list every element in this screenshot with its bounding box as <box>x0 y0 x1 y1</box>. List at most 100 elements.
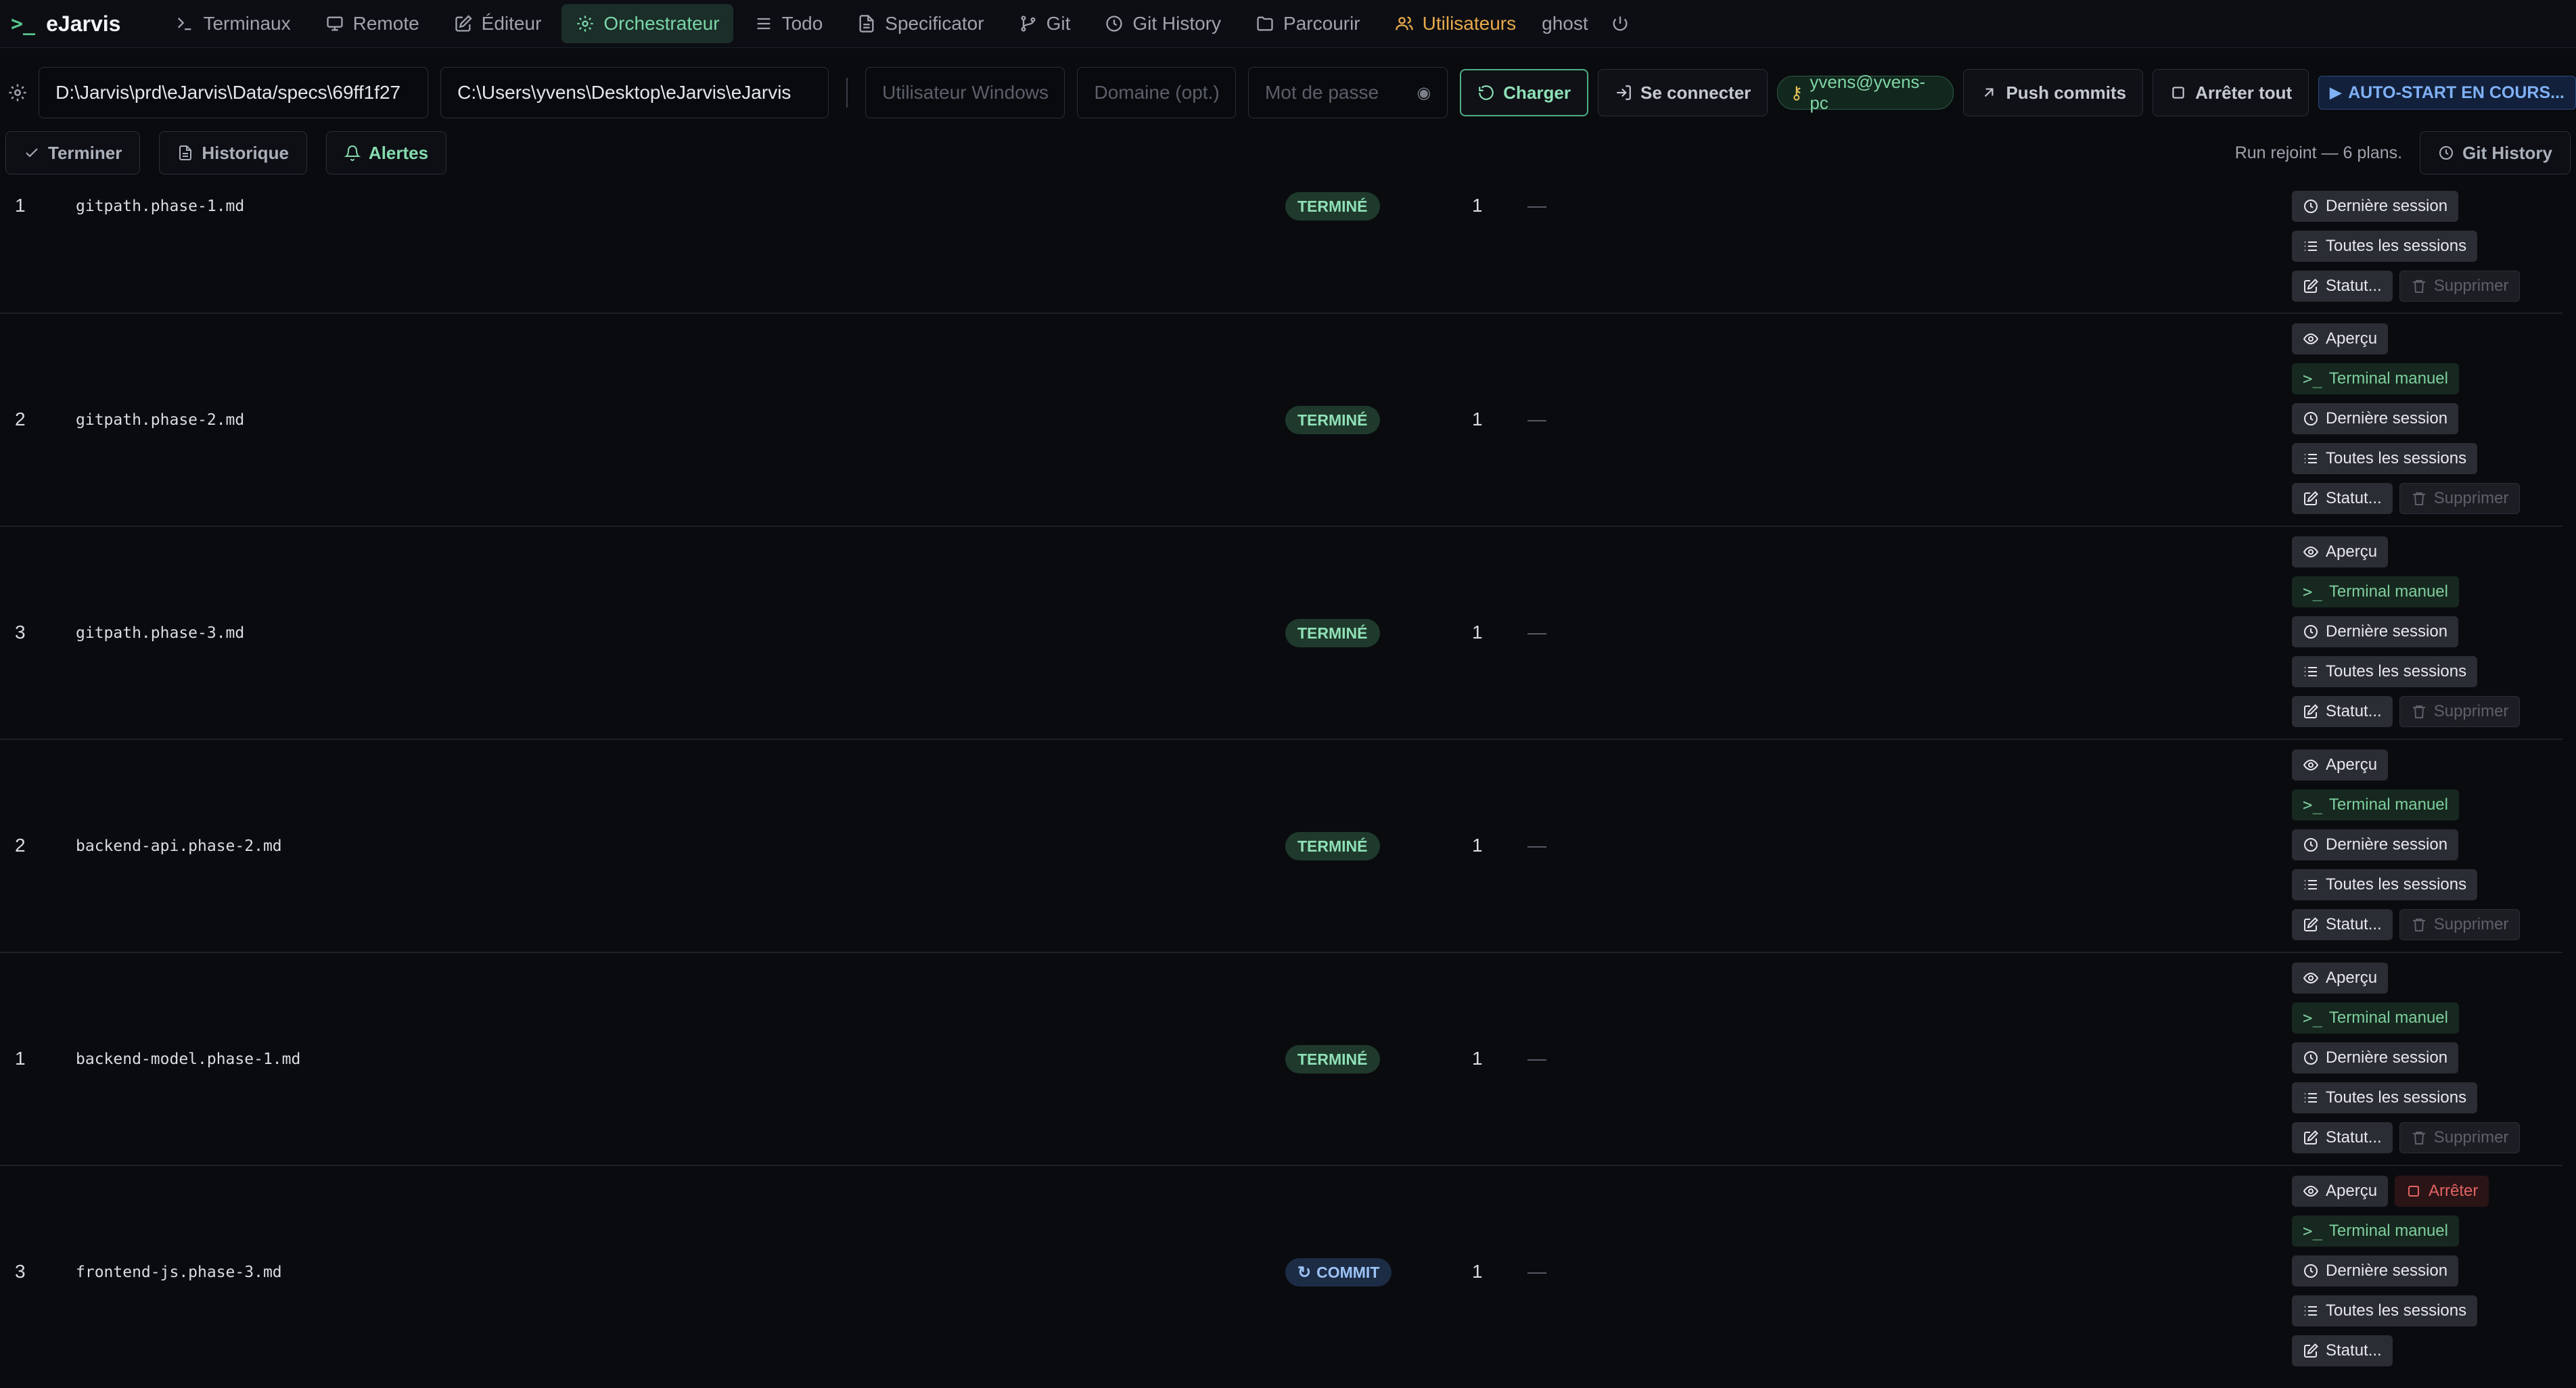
status-label: Statut... <box>2326 277 2382 295</box>
delete-label: Supprimer <box>2433 489 2509 507</box>
list-icon <box>2305 1093 2317 1103</box>
all-sessions-button[interactable]: Toutes les sessions <box>2292 231 2478 262</box>
preview-button[interactable]: Aperçu <box>2292 536 2389 568</box>
connected-user: yvens@yvens-pc <box>1810 72 1926 113</box>
nav-item-terminaux[interactable]: Terminaux <box>161 4 304 43</box>
stop-button[interactable]: Arrêter <box>2395 1176 2489 1207</box>
git-history-button[interactable]: Git History <box>2420 131 2571 175</box>
trash-icon <box>2412 280 2425 293</box>
status-button[interactable]: Statut... <box>2292 1122 2393 1153</box>
alerts-label: Alertes <box>368 142 429 163</box>
plan-count: 1 <box>1472 409 1483 430</box>
manual-terminal-button[interactable]: >_ Terminal manuel <box>2292 1216 2459 1247</box>
history-button[interactable]: Historique <box>159 131 307 175</box>
load-label: Charger <box>1503 82 1571 103</box>
trash-icon <box>2412 492 2425 505</box>
specs-path-input[interactable]: D:\Jarvis\prd\eJarvis\Data/specs\69ff1f2… <box>39 67 429 118</box>
connected-user-badge: ⚷ yvens@yvens-pc <box>1777 72 1954 113</box>
manual-terminal-button[interactable]: >_ Terminal manuel <box>2292 1002 2459 1034</box>
preview-label: Aperçu <box>2326 969 2378 987</box>
last-session-button[interactable]: Dernière session <box>2292 191 2459 222</box>
nav-item-editeur[interactable]: Éditeur <box>440 4 555 43</box>
domain-input[interactable]: Domaine (opt.) <box>1077 67 1236 118</box>
status-button[interactable]: Statut... <box>2292 483 2393 514</box>
plan-extra: — <box>1527 622 1546 643</box>
nav-item-git[interactable]: Git <box>1005 4 1084 43</box>
nav-item-git-history[interactable]: Git History <box>1090 4 1235 43</box>
run-status-text: Run rejoint — 6 plans. <box>2234 143 2403 162</box>
key-icon: ⚷ <box>1790 82 1803 103</box>
nav-item-parcourir[interactable]: Parcourir <box>1241 4 1374 43</box>
all-sessions-button[interactable]: Toutes les sessions <box>2292 443 2478 474</box>
finish-button[interactable]: Terminer <box>5 131 141 175</box>
last-session-button[interactable]: Dernière session <box>2292 616 2459 647</box>
windows-user-input[interactable]: Utilisateur Windows <box>865 67 1065 118</box>
push-commits-button[interactable]: Push commits <box>1963 69 2144 116</box>
plan-extra: — <box>1527 195 1546 216</box>
plan-file: gitpath.phase-1.md <box>76 198 245 215</box>
alerts-button[interactable]: Alertes <box>325 131 447 175</box>
plan-number: 3 <box>15 622 26 643</box>
all-sessions-button[interactable]: Toutes les sessions <box>2292 1295 2478 1326</box>
manual-terminal-label: Terminal manuel <box>2328 795 2448 814</box>
preview-label: Aperçu <box>2326 542 2378 561</box>
manual-terminal-button[interactable]: >_ Terminal manuel <box>2292 363 2459 394</box>
last-session-button[interactable]: Dernière session <box>2292 403 2459 434</box>
file-icon <box>179 145 192 160</box>
last-session-button[interactable]: Dernière session <box>2292 1255 2459 1287</box>
plan-count: 1 <box>1472 1261 1483 1282</box>
connect-button[interactable]: Se connecter <box>1597 69 1768 116</box>
delete-button[interactable]: Supprimer <box>2399 909 2521 940</box>
project-path-input[interactable]: C:\Users\yvens\Desktop\eJarvis\eJarvis <box>440 67 829 118</box>
status-button[interactable]: Statut... <box>2292 1335 2393 1366</box>
nav-item-orchestrateur[interactable]: Orchestrateur <box>561 4 733 43</box>
status-button[interactable]: Statut... <box>2292 696 2393 727</box>
all-sessions-button[interactable]: Toutes les sessions <box>2292 869 2478 900</box>
nav-item-specificator[interactable]: Specificator <box>843 4 997 43</box>
nav-item-utilisateurs[interactable]: Utilisateurs <box>1381 4 1530 43</box>
manual-terminal-button[interactable]: >_ Terminal manuel <box>2292 789 2459 820</box>
plan-number: 3 <box>15 1261 26 1282</box>
status-badge: TERMINÉ <box>1285 619 1380 647</box>
password-input[interactable]: Mot de passe ◉ <box>1247 67 1448 118</box>
last-session-button[interactable]: Dernière session <box>2292 829 2459 860</box>
terminal-icon: >_ <box>2303 582 2322 601</box>
plan-extra: — <box>1527 1261 1546 1282</box>
status-button[interactable]: Statut... <box>2292 271 2393 302</box>
trash-icon <box>2412 705 2425 718</box>
preview-label: Aperçu <box>2326 329 2378 348</box>
preview-button[interactable]: Aperçu <box>2292 323 2389 354</box>
all-sessions-button[interactable]: Toutes les sessions <box>2292 1082 2478 1113</box>
preview-button[interactable]: Aperçu <box>2292 1176 2389 1207</box>
load-button[interactable]: Charger <box>1460 69 1588 116</box>
last-session-button[interactable]: Dernière session <box>2292 1042 2459 1073</box>
toolbar-divider <box>846 78 848 108</box>
stop-all-button[interactable]: Arrêter tout <box>2153 69 2309 116</box>
preview-button[interactable]: Aperçu <box>2292 963 2389 994</box>
settings-button[interactable] <box>3 72 32 113</box>
delete-button[interactable]: Supprimer <box>2399 271 2521 302</box>
manual-terminal-button[interactable]: >_ Terminal manuel <box>2292 576 2459 607</box>
logout-button[interactable] <box>1601 4 1648 43</box>
preview-button[interactable]: Aperçu <box>2292 749 2389 781</box>
nav-item-label: Utilisateurs <box>1422 13 1517 34</box>
nav-item-todo[interactable]: Todo <box>740 4 837 43</box>
nav-item-label: Remote <box>352 13 419 34</box>
last-session-label: Dernière session <box>2326 197 2448 215</box>
brand[interactable]: >_ eJarvis <box>11 11 120 37</box>
current-user: ghost <box>1542 13 1588 34</box>
history-label: Historique <box>202 142 289 163</box>
finish-label: Terminer <box>48 142 122 163</box>
delete-button[interactable]: Supprimer <box>2399 483 2521 514</box>
clock-icon <box>1104 14 1124 34</box>
nav-item-remote[interactable]: Remote <box>311 4 433 43</box>
delete-button[interactable]: Supprimer <box>2399 696 2521 727</box>
all-sessions-button[interactable]: Toutes les sessions <box>2292 656 2478 687</box>
autostart-badge[interactable]: ▶ AUTO-START EN COURS... <box>2318 76 2576 110</box>
plan-file: frontend-js.phase-3.md <box>76 1264 282 1281</box>
clock-icon <box>2439 146 2454 160</box>
eye-icon[interactable]: ◉ <box>1417 83 1431 103</box>
edit-icon <box>2304 491 2318 505</box>
delete-button[interactable]: Supprimer <box>2399 1122 2521 1153</box>
status-button[interactable]: Statut... <box>2292 909 2393 940</box>
